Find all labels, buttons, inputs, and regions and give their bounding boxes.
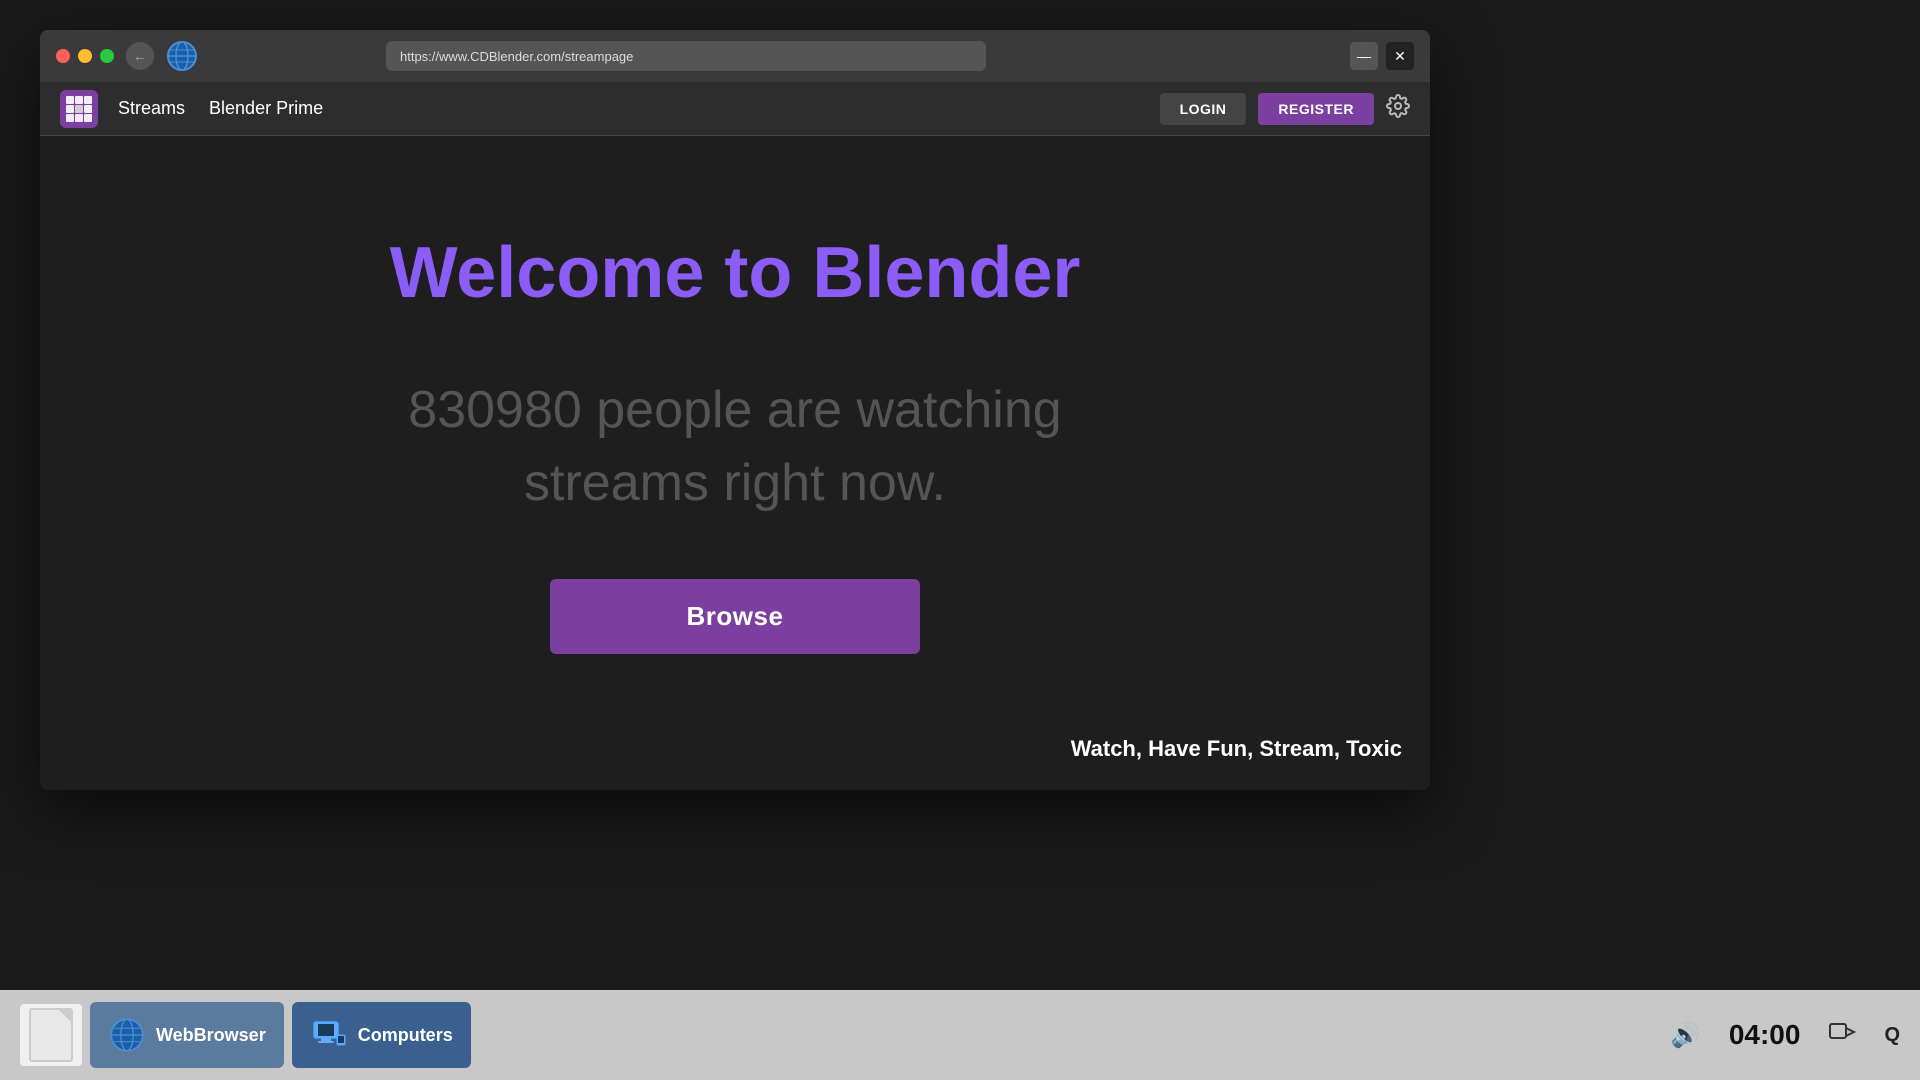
welcome-title: Welcome to Blender (390, 232, 1081, 314)
taskbar-right: 🔊 04:00 Q (1671, 1018, 1900, 1052)
taskbar-clock: 04:00 (1729, 1019, 1801, 1051)
login-button[interactable]: LOGIN (1160, 93, 1247, 125)
viewer-count-line2: streams right now. (524, 454, 946, 512)
title-bar: ← https://www.CDBlender.com/streampage —… (40, 30, 1430, 82)
browse-button[interactable]: Browse (550, 579, 920, 654)
window-controls: — ✕ (1350, 42, 1414, 70)
site-logo[interactable] (60, 90, 98, 128)
minimize-traffic-light[interactable] (78, 49, 92, 63)
tagline: Watch, Have Fun, Stream, Toxic (1071, 736, 1402, 762)
taskbar: WebBrowser Computers 🔊 04:00 Q (0, 990, 1920, 1080)
taskbar-file-icon (20, 1004, 82, 1066)
nav-blender-prime[interactable]: Blender Prime (209, 98, 323, 119)
url-text: https://www.CDBlender.com/streampage (400, 49, 633, 64)
site-navbar: Streams Blender Prime LOGIN REGISTER (40, 82, 1430, 136)
traffic-lights (56, 49, 114, 63)
webbrowser-icon (108, 1016, 146, 1054)
back-button[interactable]: ← (126, 42, 154, 70)
close-button[interactable]: ✕ (1386, 42, 1414, 70)
viewer-count: 830980 people are watching streams right… (408, 374, 1061, 520)
globe-icon (166, 40, 198, 72)
taskbar-computers[interactable]: Computers (292, 1002, 471, 1068)
browser-window: ← https://www.CDBlender.com/streampage —… (40, 30, 1430, 790)
taskbar-search-icon[interactable]: Q (1884, 1024, 1900, 1047)
logo-grid-icon (66, 96, 92, 122)
url-bar[interactable]: https://www.CDBlender.com/streampage (386, 41, 986, 71)
minimize-button[interactable]: — (1350, 42, 1378, 70)
viewer-count-line1: 830980 people are watching (408, 381, 1061, 439)
settings-icon[interactable] (1386, 94, 1410, 124)
maximize-traffic-light[interactable] (100, 49, 114, 63)
main-content: Welcome to Blender 830980 people are wat… (40, 136, 1430, 790)
nav-streams[interactable]: Streams (118, 98, 185, 119)
taskbar-webbrowser[interactable]: WebBrowser (90, 1002, 284, 1068)
taskbar-notification-icon[interactable] (1828, 1018, 1856, 1052)
webbrowser-label: WebBrowser (156, 1025, 266, 1046)
file-document-icon (29, 1008, 73, 1062)
computers-label: Computers (358, 1025, 453, 1046)
computers-icon (310, 1016, 348, 1054)
close-traffic-light[interactable] (56, 49, 70, 63)
register-button[interactable]: REGISTER (1258, 93, 1374, 125)
nav-right: LOGIN REGISTER (1160, 93, 1410, 125)
nav-links: Streams Blender Prime (118, 98, 323, 119)
volume-icon[interactable]: 🔊 (1671, 1021, 1701, 1050)
